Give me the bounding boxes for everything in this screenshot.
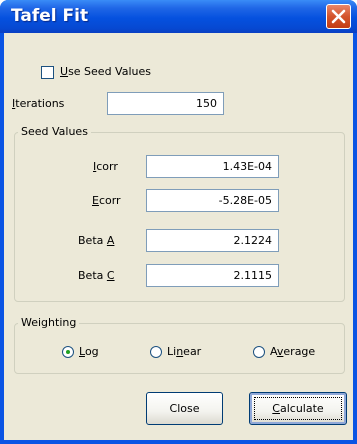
dialog-client-area: Use Seed Values Iterations 150 Seed Valu… — [4, 33, 353, 440]
window-title: Tafel Fit — [11, 6, 89, 26]
close-x-icon — [331, 9, 346, 24]
dialog-window: Tafel Fit Use Seed Values Iterations 150… — [0, 0, 357, 444]
beta-c-input[interactable]: 2.1115 — [146, 264, 279, 287]
weighting-log-label[interactable]: Log — [79, 345, 99, 358]
close-button[interactable]: Close — [146, 392, 223, 425]
weighting-log-radio[interactable] — [62, 346, 74, 358]
weighting-average-radio[interactable] — [253, 346, 265, 358]
weighting-linear-radio[interactable] — [150, 346, 162, 358]
use-seed-values-label[interactable]: Use Seed Values — [60, 65, 151, 78]
weighting-average-label[interactable]: Average — [270, 345, 315, 358]
seed-values-caption: Seed Values — [18, 125, 91, 138]
beta-c-label: Beta C — [78, 269, 115, 282]
calculate-button[interactable]: Calculate — [249, 392, 347, 425]
title-bar[interactable]: Tafel Fit — [0, 0, 357, 33]
focus-rectangle — [254, 397, 342, 420]
icorr-label: Icorr — [93, 160, 118, 173]
weighting-caption: Weighting — [18, 316, 80, 329]
ecorr-label: Ecorr — [92, 194, 121, 207]
close-window-button[interactable] — [326, 4, 351, 29]
ecorr-input[interactable]: -5.28E-05 — [146, 189, 279, 212]
iterations-label: Iterations — [12, 97, 65, 110]
radio-selected-dot — [66, 350, 70, 354]
icorr-input[interactable]: 1.43E-04 — [146, 155, 279, 178]
iterations-input[interactable]: 150 — [107, 92, 224, 115]
beta-a-input[interactable]: 2.1224 — [146, 229, 279, 252]
beta-a-label: Beta A — [78, 234, 115, 247]
weighting-linear-label[interactable]: Linear — [167, 345, 201, 358]
use-seed-values-checkbox[interactable] — [41, 66, 54, 79]
